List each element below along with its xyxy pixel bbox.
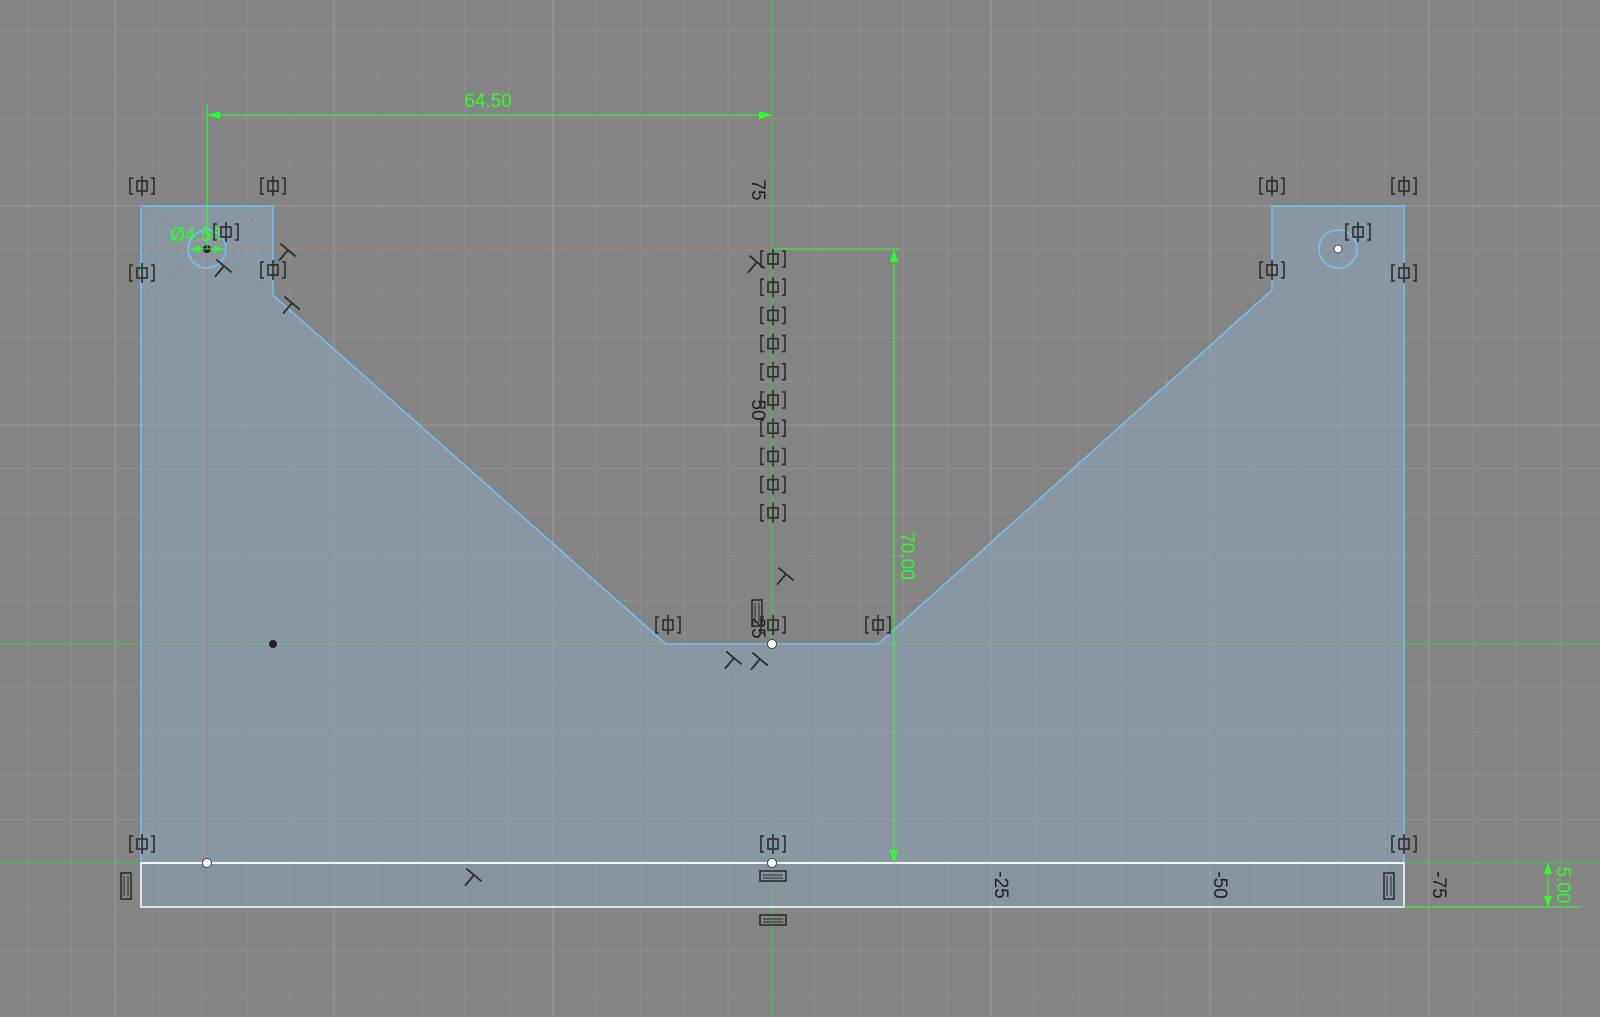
coincident-constraint-icon[interactable] [1259,176,1285,196]
dimension-arrow-top [890,249,898,262]
dimension-arrow-bottom [1544,896,1552,907]
coincident-constraint-icon[interactable] [760,446,786,467]
sketch-canvas[interactable]: 64.50 Ø4.50 70.00 5.00 75 50 25 -25 -50 … [0,0,1600,1017]
coincident-constraint-icon[interactable] [760,277,786,298]
axis-label-neg75: -75 [1428,871,1449,898]
coincident-constraint-icon[interactable] [760,361,786,382]
dimension-arrow-right [759,111,772,119]
coincident-constraint-icon[interactable] [655,615,681,635]
coincident-constraint-icon[interactable] [260,176,286,196]
sketch-point-base-left[interactable] [202,858,212,868]
dimension-value[interactable]: 5.00 [1552,867,1573,904]
hole-right-center-point[interactable] [1333,244,1343,254]
perpendicular-constraint-icon[interactable] [271,242,297,268]
dimension-arrow-top [1544,863,1552,874]
sketch-point-origin[interactable] [767,639,777,649]
axis-label-50: 50 [747,399,768,420]
coincident-constraint-icon[interactable] [865,615,891,635]
dimension-horizontal[interactable]: 64.50 [206,91,772,249]
coincident-constraint-icon[interactable] [760,333,786,354]
axis-label-75: 75 [747,179,768,200]
coincident-constraint-icon[interactable] [129,176,155,196]
dimension-value[interactable]: 70.00 [896,532,917,580]
axis-label-neg50: -50 [1209,871,1230,898]
sketch-point-base-center[interactable] [767,858,777,868]
axis-label-neg25: -25 [990,871,1011,898]
coincident-constraint-icon[interactable] [1391,176,1417,196]
axis-label-25: 25 [747,617,768,638]
coincident-constraint-icon[interactable] [760,418,786,439]
horizontal-constraint-icon[interactable] [759,914,787,926]
coincident-constraint-icon[interactable] [760,474,786,495]
dimension-arrow-left [207,111,220,119]
perpendicular-constraint-icon[interactable] [769,566,795,592]
sketch-point-origin-left[interactable] [269,640,277,648]
coincident-constraint-icon[interactable] [760,305,786,326]
coincident-constraint-icon[interactable] [760,249,786,269]
vertical-constraint-icon[interactable] [120,872,132,900]
dimension-value[interactable]: 64.50 [464,91,512,112]
